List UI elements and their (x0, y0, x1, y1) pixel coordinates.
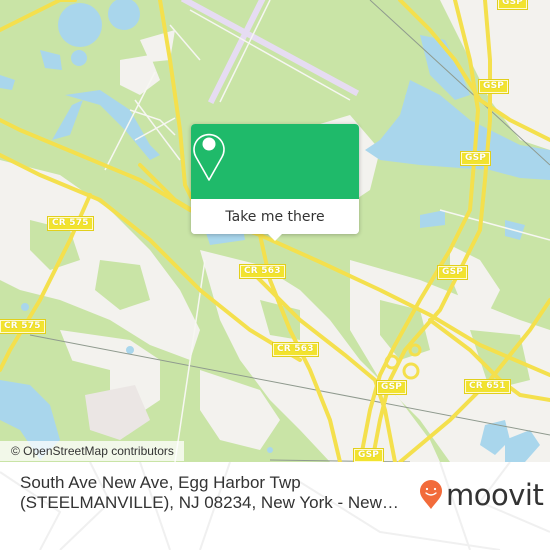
location-popup: Take me there (191, 124, 359, 241)
moovit-wordmark: moovit (446, 478, 544, 512)
take-me-there-button[interactable]: Take me there (191, 199, 359, 234)
road-label-cr575: CR 575 (47, 216, 94, 231)
address-text: South Ave New Ave, Egg Harbor Twp (STEEL… (20, 473, 399, 512)
road-label-cr575: CR 575 (0, 319, 46, 334)
road-label-cr563: CR 563 (239, 264, 286, 279)
road-label-gsp: GSP (496, 0, 529, 10)
road-label-cr563: CR 563 (272, 342, 319, 357)
road-label-cr651: CR 651 (464, 379, 511, 394)
popup-header (191, 124, 359, 199)
road-label-gsp: GSP (477, 79, 510, 94)
road-label-gsp: GSP (352, 448, 385, 462)
map-attribution[interactable]: © OpenStreetMap contributors (0, 441, 184, 461)
map-view[interactable]: GSP GSP GSP CR 575 CR 575 CR 563 CR 563 … (0, 0, 550, 462)
road-label-gsp: GSP (436, 265, 469, 280)
footer: South Ave New Ave, Egg Harbor Twp (STEEL… (0, 462, 550, 550)
road-label-gsp: GSP (375, 380, 408, 395)
road-label-gsp: GSP (459, 151, 492, 166)
moovit-logo[interactable]: moovit (419, 475, 544, 515)
moovit-smiley-pin-icon (420, 480, 442, 509)
airport-runways (180, 0, 360, 105)
popup-pointer (267, 233, 283, 241)
map-pin-icon (193, 133, 225, 181)
